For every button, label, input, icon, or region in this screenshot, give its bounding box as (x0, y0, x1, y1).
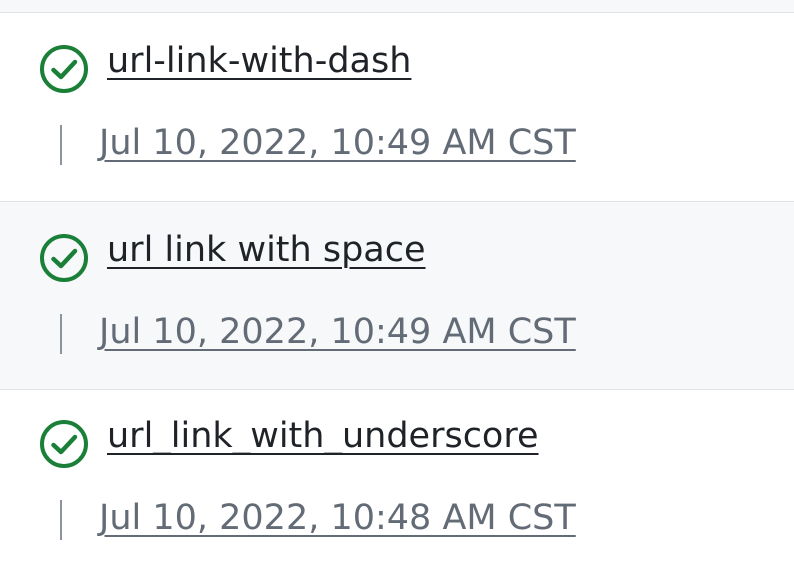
list-item: url-link-with-dash Jul 10, 2022, 10:49 A… (0, 13, 794, 202)
run-timestamp-link[interactable]: Jul 10, 2022, 10:49 AM CST (99, 312, 576, 352)
run-title-link[interactable]: url-link-with-dash (107, 41, 411, 81)
run-title-link[interactable]: url link with space (107, 230, 426, 270)
timeline-bar (60, 500, 62, 540)
list-top-edge (0, 0, 794, 13)
timeline-bar (60, 125, 62, 165)
run-timestamp-link[interactable]: Jul 10, 2022, 10:49 AM CST (99, 123, 576, 163)
timeline-bar (60, 314, 62, 354)
run-title-link[interactable]: url_link_with_underscore (107, 416, 539, 456)
list-item: url_link_with_underscore Jul 10, 2022, 1… (0, 390, 794, 582)
check-circle-icon (40, 45, 88, 93)
list-item: url link with space Jul 10, 2022, 10:49 … (0, 202, 794, 390)
check-circle-icon (40, 234, 88, 282)
check-circle-icon (40, 420, 88, 468)
run-list: url-link-with-dash Jul 10, 2022, 10:49 A… (0, 0, 794, 582)
run-timestamp-link[interactable]: Jul 10, 2022, 10:48 AM CST (99, 498, 576, 538)
